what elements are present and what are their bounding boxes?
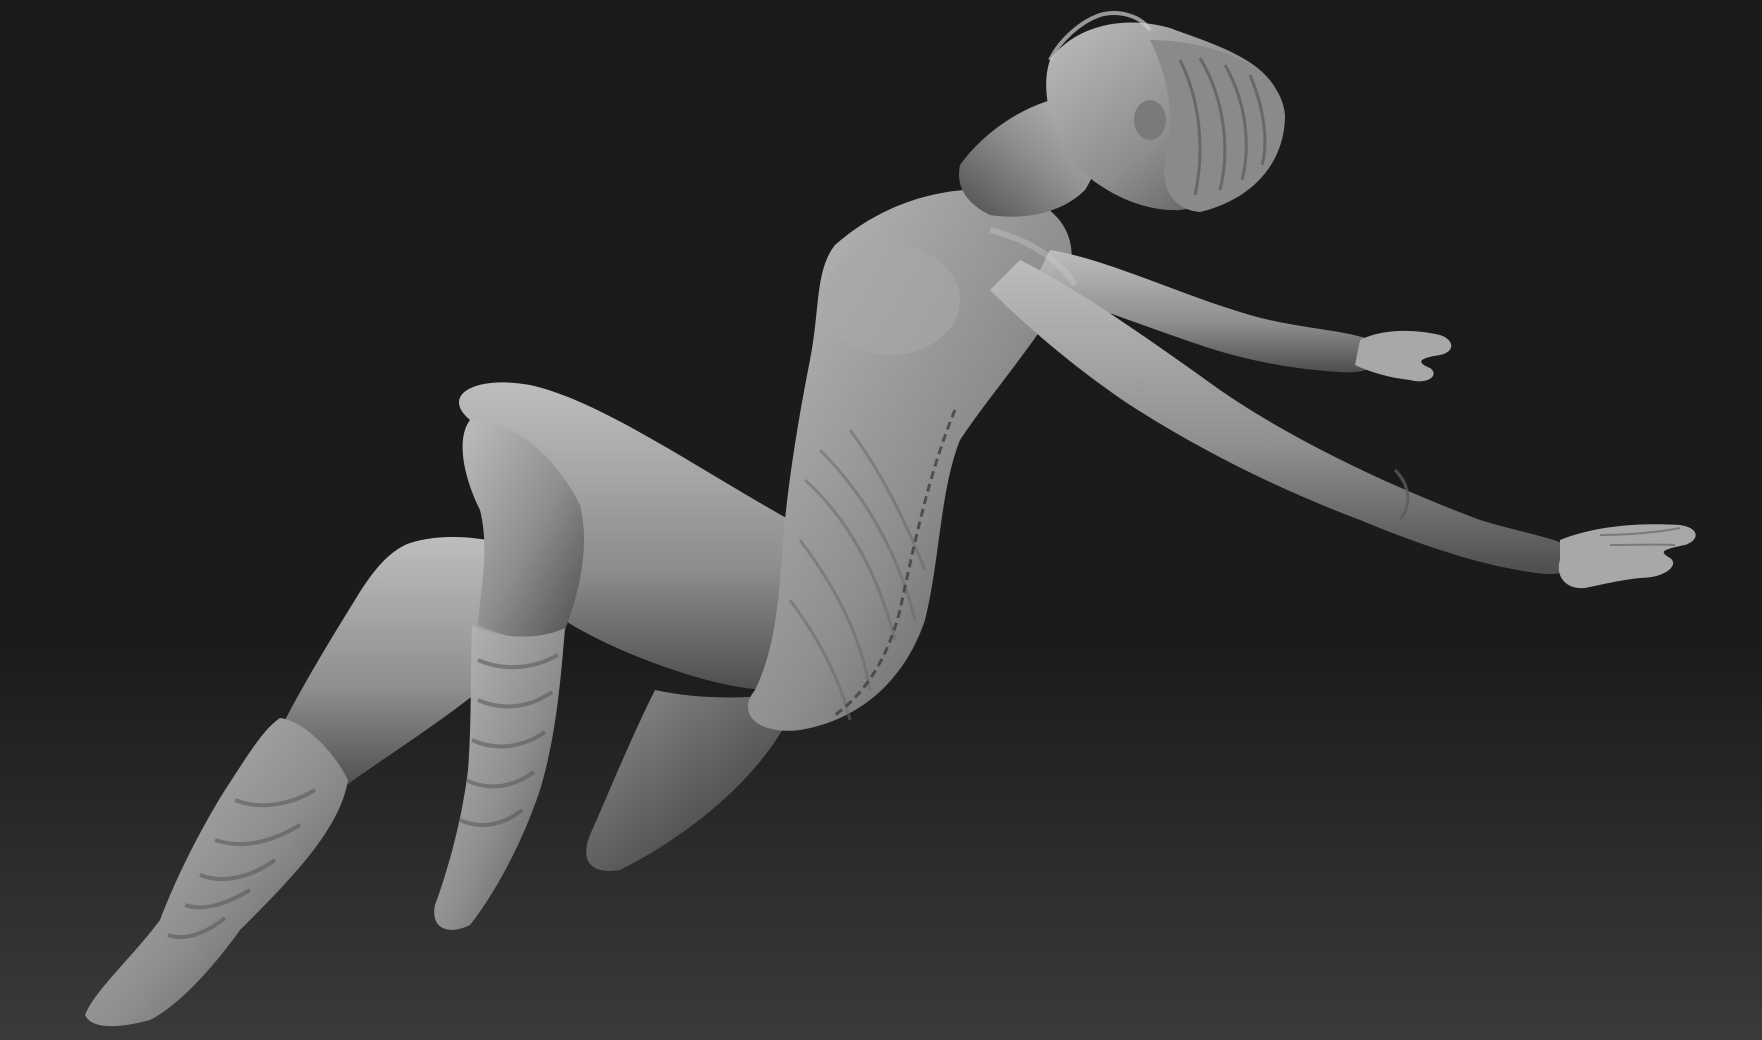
ear [1134,100,1166,140]
chest [820,245,960,355]
sculpt-canvas[interactable] [0,0,1762,1040]
sculpt-viewport[interactable] [0,0,1762,1040]
